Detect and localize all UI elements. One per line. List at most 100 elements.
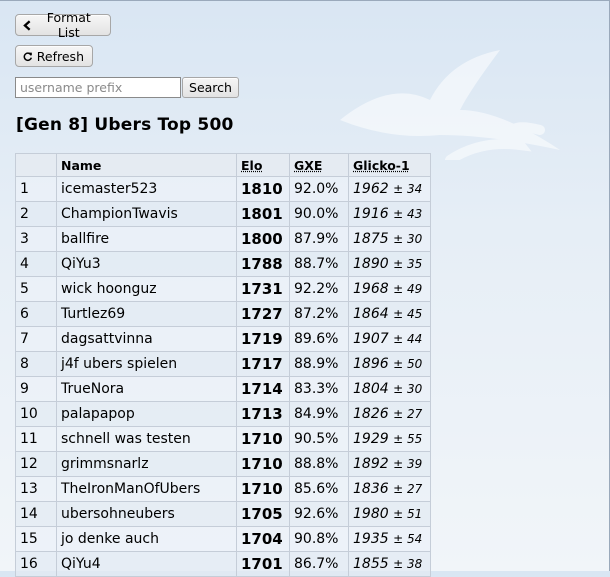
table-row: 6 Turtlez69 1727 87.2% 1864 ± 45 (15, 301, 431, 327)
glicko-cell: 1855 ± 38 (348, 551, 431, 577)
glicko-cell: 1935 ± 54 (348, 526, 431, 552)
gxe-cell: 90.0% (289, 201, 349, 227)
glicko-deviation: ± 30 (393, 232, 423, 246)
player-name-cell[interactable]: TrueNora (56, 376, 237, 402)
glicko-cell: 1962 ± 34 (348, 176, 431, 202)
table-row: 13 TheIronManOfUbers 1710 85.6% 1836 ± 27 (15, 476, 431, 502)
player-name-cell[interactable]: grimmsnarlz (56, 451, 237, 477)
player-name-cell[interactable]: dagsattvinna (56, 326, 237, 352)
gxe-cell: 88.8% (289, 451, 349, 477)
glicko-cell: 1826 ± 27 (348, 401, 431, 427)
elo-cell: 1810 (236, 176, 290, 202)
glicko-rating: 1907 (353, 331, 389, 347)
rank-cell: 8 (15, 351, 57, 377)
elo-cell: 1701 (236, 551, 290, 577)
background-bird-image (340, 50, 560, 160)
table-row: 7 dagsattvinna 1719 89.6% 1907 ± 44 (15, 326, 431, 352)
table-row: 5 wick hoonguz 1731 92.2% 1968 ± 49 (15, 276, 431, 302)
glicko-rating: 1804 (353, 381, 389, 397)
glicko-deviation: ± 27 (393, 482, 423, 496)
player-name-cell[interactable]: QiYu3 (56, 251, 237, 277)
elo-cell: 1731 (236, 276, 290, 302)
gxe-cell: 86.7% (289, 551, 349, 577)
ladder-table: Name Elo GXE Glicko-1 1 icemaster523 1810 9… (15, 153, 431, 577)
table-row: 11 schnell was testen 1710 90.5% 1929 ± 55 (15, 426, 431, 452)
page-title: [Gen 8] Ubers Top 500 (16, 115, 234, 135)
glicko-cell: 1980 ± 51 (348, 501, 431, 527)
table-row: 9 TrueNora 1714 83.3% 1804 ± 30 (15, 376, 431, 402)
table-row: 10 palapapop 1713 84.9% 1826 ± 27 (15, 401, 431, 427)
search-button[interactable]: Search (182, 77, 239, 98)
glicko-deviation: ± 34 (393, 182, 423, 196)
rank-cell: 9 (15, 376, 57, 402)
gxe-cell: 87.2% (289, 301, 349, 327)
table-row: 15 jo denke auch 1704 90.8% 1935 ± 54 (15, 526, 431, 552)
glicko-cell: 1875 ± 30 (348, 226, 431, 252)
glicko-cell: 1968 ± 49 (348, 276, 431, 302)
rank-cell: 3 (15, 226, 57, 252)
glicko-deviation: ± 30 (393, 382, 423, 396)
glicko-rating: 1875 (353, 231, 389, 247)
gxe-cell: 88.7% (289, 251, 349, 277)
table-body: 1 icemaster523 1810 92.0% 1962 ± 34 2 Champion… (15, 176, 431, 577)
elo-cell: 1714 (236, 376, 290, 402)
table-row: 14 ubersohneubers 1705 92.6% 1980 ± 51 (15, 501, 431, 527)
format-list-button[interactable]: Format List (15, 10, 111, 40)
gxe-cell: 90.5% (289, 426, 349, 452)
player-name-cell[interactable]: Turtlez69 (56, 301, 237, 327)
player-name-cell[interactable]: jo denke auch (56, 526, 237, 552)
glicko-sort-header[interactable]: Glicko-1 (348, 153, 431, 177)
glicko-cell: 1916 ± 43 (348, 201, 431, 227)
rank-header (15, 153, 57, 177)
player-name-cell[interactable]: j4f ubers spielen (56, 351, 237, 377)
player-name-cell[interactable]: icemaster523 (56, 176, 237, 202)
glicko-deviation: ± 44 (393, 332, 423, 346)
glicko-rating: 1836 (353, 481, 389, 497)
rank-cell: 7 (15, 326, 57, 352)
refresh-icon (23, 51, 33, 61)
gxe-cell: 90.8% (289, 526, 349, 552)
gxe-cell: 87.9% (289, 226, 349, 252)
glicko-rating: 1864 (353, 306, 389, 322)
elo-sort-header[interactable]: Elo (236, 153, 290, 177)
table-row: 16 QiYu4 1701 86.7% 1855 ± 38 (15, 551, 431, 577)
glicko-rating: 1980 (353, 506, 389, 522)
glicko-rating: 1935 (353, 531, 389, 547)
player-name-cell[interactable]: schnell was testen (56, 426, 237, 452)
glicko-deviation: ± 27 (393, 407, 423, 421)
player-name-cell[interactable]: ballfire (56, 226, 237, 252)
player-name-cell[interactable]: TheIronManOfUbers (56, 476, 237, 502)
gxe-cell: 83.3% (289, 376, 349, 402)
player-name-cell[interactable]: QiYu4 (56, 551, 237, 577)
glicko-cell: 1804 ± 30 (348, 376, 431, 402)
refresh-button[interactable]: Refresh (15, 45, 93, 67)
glicko-cell: 1890 ± 35 (348, 251, 431, 277)
glicko-cell: 1836 ± 27 (348, 476, 431, 502)
player-name-cell[interactable]: ubersohneubers (56, 501, 237, 527)
rank-cell: 11 (15, 426, 57, 452)
rank-cell: 16 (15, 551, 57, 577)
rank-cell: 10 (15, 401, 57, 427)
elo-cell: 1704 (236, 526, 290, 552)
player-name-cell[interactable]: wick hoonguz (56, 276, 237, 302)
gxe-cell: 84.9% (289, 401, 349, 427)
format-list-label: Format List (46, 10, 91, 40)
rank-cell: 2 (15, 201, 57, 227)
glicko-deviation: ± 39 (393, 457, 423, 471)
rank-cell: 12 (15, 451, 57, 477)
glicko-rating: 1826 (353, 406, 389, 422)
player-name-cell[interactable]: palapapop (56, 401, 237, 427)
gxe-cell: 85.6% (289, 476, 349, 502)
glicko-rating: 1855 (353, 556, 389, 572)
table-row: 1 icemaster523 1810 92.0% 1962 ± 34 (15, 176, 431, 202)
username-search-input[interactable] (15, 77, 181, 98)
rank-cell: 1 (15, 176, 57, 202)
rank-cell: 6 (15, 301, 57, 327)
glicko-cell: 1907 ± 44 (348, 326, 431, 352)
glicko-cell: 1896 ± 50 (348, 351, 431, 377)
elo-cell: 1710 (236, 451, 290, 477)
player-name-cell[interactable]: ChampionTwavis (56, 201, 237, 227)
gxe-sort-header[interactable]: GXE (289, 153, 349, 177)
elo-cell: 1800 (236, 226, 290, 252)
elo-cell: 1788 (236, 251, 290, 277)
